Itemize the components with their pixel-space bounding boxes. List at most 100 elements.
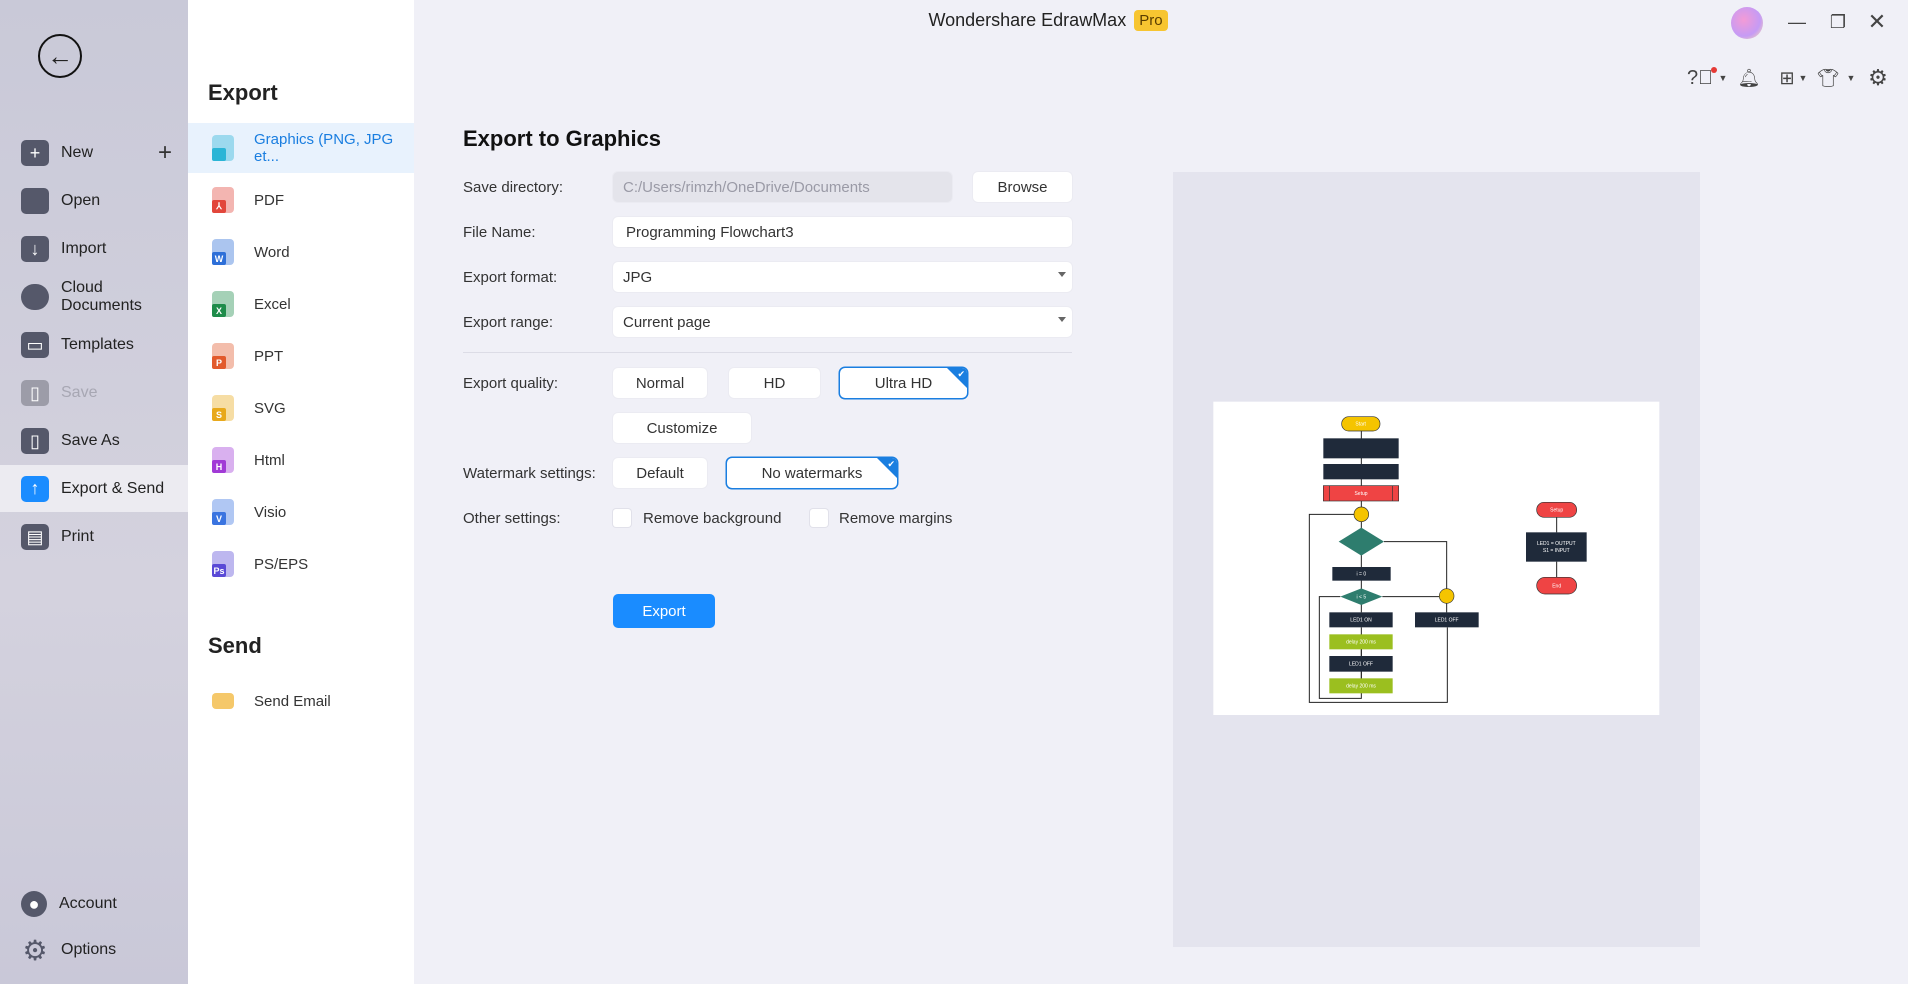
quality-normal-button[interactable]: Normal — [613, 368, 707, 398]
export-item-pdf[interactable]: ⅄ PDF — [188, 175, 414, 225]
sidebar-item-import[interactable]: ↓ Import — [0, 226, 188, 272]
export-format-select[interactable]: JPG — [613, 262, 1072, 292]
close-icon[interactable]: ✕ — [1865, 9, 1889, 34]
sidebar-item-options[interactable]: ⚙ Options — [0, 927, 188, 973]
remove-background-label[interactable]: Remove background — [643, 510, 781, 527]
settings-gear-icon[interactable]: ⚙ — [1866, 65, 1890, 90]
export-item-ppt[interactable]: P PPT — [188, 331, 414, 381]
other-settings-label: Other settings: — [463, 510, 561, 527]
process-node — [1323, 438, 1399, 459]
file-type-icon: S — [212, 395, 234, 421]
avatar[interactable] — [1731, 7, 1763, 39]
quality-ultra-hd-button[interactable]: Ultra HD ✔ — [840, 368, 967, 398]
led-off-right-label: LED1 OFF — [1435, 617, 1459, 623]
selected-check-icon: ✔ — [947, 368, 967, 388]
chevron-down-icon[interactable]: ▼ — [1845, 68, 1857, 88]
page-title: Export to Graphics — [463, 126, 662, 151]
save-directory-input[interactable]: C:/Users/rimzh/OneDrive/Documents — [613, 172, 952, 202]
remove-margins-checkbox[interactable] — [810, 509, 828, 527]
import-icon: ↓ — [21, 236, 49, 262]
file-type-badge: Ps — [212, 564, 226, 577]
led-on-label: LED1 ON — [1350, 617, 1372, 623]
end-label: End — [1552, 583, 1561, 589]
io2-label: S1 = INPUT — [1543, 548, 1570, 554]
file-type-icon: P — [212, 343, 234, 369]
chevron-down-icon[interactable]: ▼ — [1797, 68, 1809, 88]
sidebar-item-label: Print — [61, 528, 94, 545]
quality-hd-button[interactable]: HD — [729, 368, 820, 398]
chevron-down-icon — [1058, 272, 1066, 277]
export-item-svg[interactable]: S SVG — [188, 383, 414, 433]
remove-margins-label[interactable]: Remove margins — [839, 510, 952, 527]
file-type-badge: W — [212, 252, 226, 265]
theme-shirt-icon[interactable]: 👕︎ — [1816, 66, 1840, 90]
sidebar-item-label: Save As — [61, 432, 120, 449]
watermark-default-button[interactable]: Default — [613, 458, 707, 488]
divider — [463, 352, 1072, 353]
sidebar-item-templates[interactable]: ▭ Templates — [0, 322, 188, 368]
export-format-label: Export format: — [463, 269, 558, 286]
export-item-label: Graphics (PNG, JPG et... — [254, 131, 394, 165]
setup-right-label: Setup — [1550, 507, 1563, 513]
export-item-label: Html — [254, 451, 285, 469]
sidebar-item-open[interactable]: Open — [0, 178, 188, 224]
file-type-icon: V — [212, 499, 234, 525]
sidebar-item-account[interactable]: ● Account — [0, 881, 188, 927]
file-type-icon: ⅄ — [212, 187, 234, 213]
bell-icon[interactable]: 🔔︎ — [1737, 66, 1761, 90]
no-watermarks-button[interactable]: No watermarks ✔ — [727, 458, 897, 488]
export-item-excel[interactable]: X Excel — [188, 279, 414, 329]
start-label: Start — [1355, 421, 1366, 427]
export-range-label: Export range: — [463, 314, 554, 331]
setup-label: Setup — [1354, 491, 1367, 497]
save-as-icon: ▯ — [21, 428, 49, 454]
export-item-graphics[interactable]: Graphics (PNG, JPG et... — [188, 123, 414, 173]
restore-icon[interactable]: ❐ — [1826, 10, 1850, 34]
file-type-badge: P — [212, 356, 226, 369]
chevron-down-icon[interactable]: ▼ — [1717, 68, 1729, 88]
plus-square-icon: + — [21, 140, 49, 166]
export-item-visio[interactable]: V Visio — [188, 487, 414, 537]
export-item-label: Word — [254, 243, 290, 261]
back-button[interactable]: ← — [38, 34, 82, 78]
io-label: LED1 = OUTPUT — [1537, 541, 1576, 547]
sidebar-item-print[interactable]: ▤ Print — [0, 514, 188, 560]
export-range-select[interactable]: Current page — [613, 307, 1072, 337]
file-type-icon: W — [212, 239, 234, 265]
chevron-down-icon — [1058, 317, 1066, 322]
export-item-label: Visio — [254, 503, 287, 521]
folder-icon — [21, 188, 49, 214]
send-email-item[interactable]: Send Email — [188, 676, 414, 726]
sidebar-item-export-send[interactable]: ↑ Export & Send — [0, 465, 188, 512]
file-type-badge: ⅄ — [212, 200, 226, 213]
plus-icon[interactable]: + — [158, 139, 172, 167]
apps-grid-icon[interactable]: ⊞ — [1775, 66, 1799, 90]
gear-icon: ⚙ — [22, 934, 48, 966]
remove-background-checkbox[interactable] — [613, 509, 631, 527]
export-icon: ↑ — [21, 475, 49, 502]
sidebar-item-save[interactable]: ▯ Save — [0, 370, 188, 416]
export-item-word[interactable]: W Word — [188, 227, 414, 277]
browse-button[interactable]: Browse — [973, 172, 1072, 202]
sidebar-item-label: Options — [61, 941, 117, 958]
led-off-label: LED1 OFF — [1349, 661, 1373, 667]
customize-button[interactable]: Customize — [613, 413, 751, 443]
sidebar-item-label: Cloud Documents — [61, 279, 142, 314]
sidebar-item-cloud-documents[interactable]: Cloud Documents — [0, 274, 188, 320]
sidebar-item-label: Templates — [61, 336, 134, 353]
sidebar-item-new[interactable]: + New + — [0, 130, 188, 176]
flowchart-preview: Start Setup i = 0 i < 5 LED1 ON LED1 OFF… — [1213, 401, 1660, 715]
sidebar-item-label: Import — [61, 240, 107, 257]
export-format-value: JPG — [623, 268, 653, 286]
process-node — [1323, 464, 1399, 480]
help-icon[interactable]: ?⃝ — [1687, 66, 1713, 90]
sidebar-item-save-as[interactable]: ▯ Save As — [0, 418, 188, 464]
export-item-html[interactable]: H Html — [188, 435, 414, 485]
file-type-badge — [212, 148, 226, 161]
minimize-icon[interactable]: — — [1785, 10, 1809, 34]
export-button[interactable]: Export — [613, 594, 715, 628]
export-item-label: PDF — [254, 191, 284, 209]
sidebar-item-label: Save — [61, 384, 98, 401]
file-name-input[interactable]: Programming Flowchart3 — [613, 217, 1072, 247]
export-item-pseps[interactable]: Ps PS/EPS — [188, 539, 414, 589]
